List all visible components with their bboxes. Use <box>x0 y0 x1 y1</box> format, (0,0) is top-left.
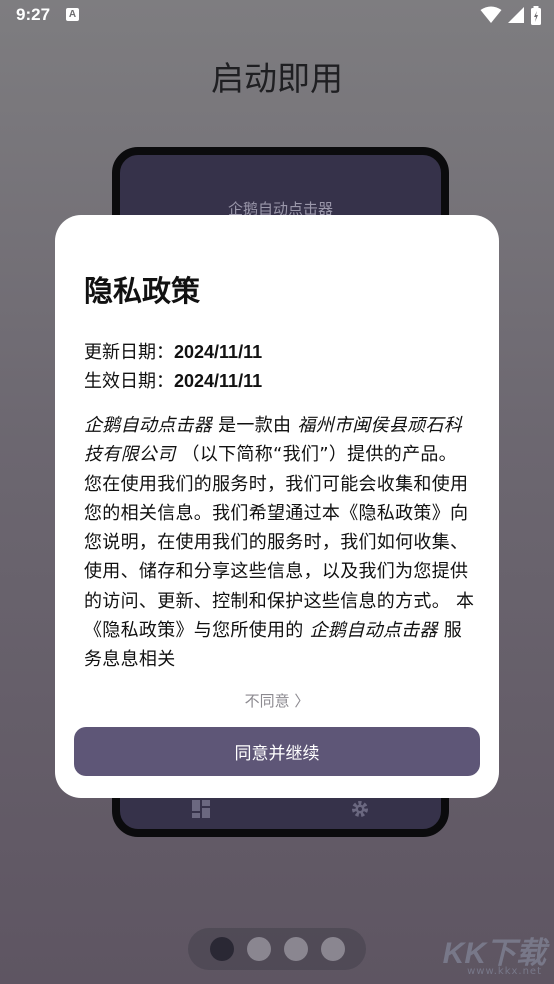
page-dot-active[interactable] <box>210 937 234 961</box>
effective-date-label: 生效日期： <box>84 371 174 392</box>
status-time: 9:27 <box>16 5 51 24</box>
update-date: 更新日期：2024/11/11 <box>84 338 262 364</box>
app-name-text: 企鹅自动点击器 <box>309 620 438 642</box>
policy-body-text[interactable]: 企鹅自动点击器 是一款由 福州市闽侯县顽石科技有限公司 （以下简称“我们”）提供… <box>84 411 476 669</box>
update-date-label: 更新日期： <box>84 342 174 363</box>
app-name-text: 企鹅自动点击器 <box>84 415 213 436</box>
body-text: 是一款由 <box>212 415 298 436</box>
dashboard-icon <box>192 800 210 822</box>
page-dot[interactable] <box>284 937 308 961</box>
battery-icon <box>531 6 541 25</box>
watermark-url: www.kkx.net <box>467 966 542 977</box>
privacy-dialog: 隐私政策 更新日期：2024/11/11 生效日期：2024/11/11 企鹅自… <box>55 215 499 798</box>
dialog-title: 隐私政策 <box>84 274 201 308</box>
settings-gear-icon <box>351 800 369 822</box>
disagree-link[interactable]: 不同意 〉 <box>55 690 499 711</box>
body-text: （以下简称“我们”）提供的产品。 您在使用我们的服务时，我们可能会收集和使用您的… <box>84 444 475 642</box>
effective-date: 生效日期：2024/11/11 <box>84 367 262 393</box>
notification-icon: A <box>66 8 79 21</box>
page-dot[interactable] <box>321 937 345 961</box>
signal-icon <box>507 7 524 23</box>
status-bar: 9:27 A <box>0 0 554 32</box>
status-icons <box>480 6 542 26</box>
onboarding-title: 启动即用 <box>211 59 343 98</box>
page-indicator <box>188 928 366 970</box>
agree-continue-button[interactable]: 同意并继续 <box>74 727 480 776</box>
update-date-value: 2024/11/11 <box>174 342 263 362</box>
wifi-icon <box>480 6 502 23</box>
page-dot[interactable] <box>247 937 271 961</box>
effective-date-value: 2024/11/11 <box>174 371 263 391</box>
